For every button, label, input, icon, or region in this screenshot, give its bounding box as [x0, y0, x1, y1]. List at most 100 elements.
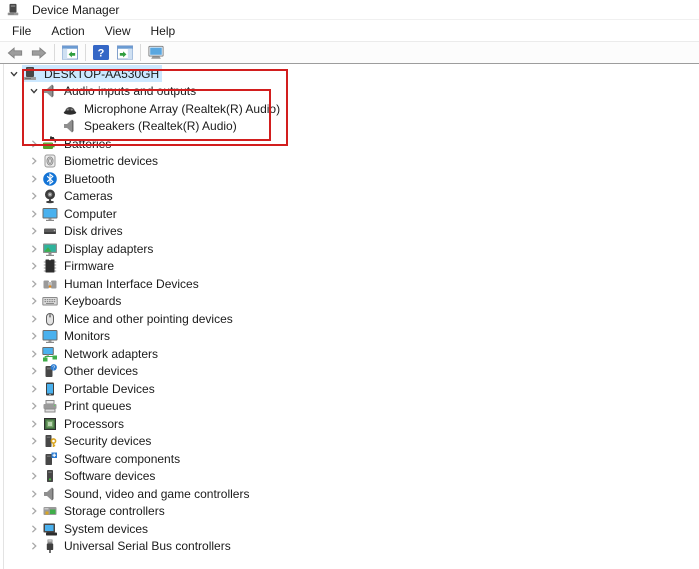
chevron-right-icon[interactable]: [26, 486, 42, 502]
tree-item-label: Human Interface Devices: [63, 277, 199, 291]
chevron-right-icon[interactable]: [26, 223, 42, 239]
tree-item-processors[interactable]: Processors: [0, 415, 699, 433]
tree-item-software-components[interactable]: Software components: [0, 450, 699, 468]
tree-item-batteries[interactable]: Batteries: [0, 135, 699, 153]
chevron-right-icon[interactable]: [26, 416, 42, 432]
chevron-right-icon[interactable]: [26, 153, 42, 169]
tree-item-computer[interactable]: Computer: [0, 205, 699, 223]
tree-item-label: Computer: [63, 207, 117, 221]
tree-item-audio-inputs-and-outputs[interactable]: Audio inputs and outputs: [0, 83, 699, 101]
chevron-right-icon[interactable]: [26, 328, 42, 344]
tree-item-biometric-devices[interactable]: Biometric devices: [0, 153, 699, 171]
tree-item-label: Keyboards: [63, 294, 121, 308]
fingerprint-icon: [42, 153, 58, 169]
tree-item-bluetooth[interactable]: Bluetooth: [0, 170, 699, 188]
tree-item-keyboards[interactable]: Keyboards: [0, 293, 699, 311]
tree-item-body: Mice and other pointing devices: [42, 310, 236, 327]
monitor-icon: [42, 328, 58, 344]
chevron-right-icon[interactable]: [26, 171, 42, 187]
tree-item-label: Speakers (Realtek(R) Audio): [83, 119, 237, 133]
chevron-right-icon[interactable]: [26, 451, 42, 467]
tree-item-label: Sound, video and game controllers: [63, 487, 249, 501]
chevron-right-icon[interactable]: [26, 188, 42, 204]
tree-item-monitors[interactable]: Monitors: [0, 328, 699, 346]
tree-item-print-queues[interactable]: Print queues: [0, 398, 699, 416]
chevron-right-icon[interactable]: [26, 538, 42, 554]
tree-item-network-adapters[interactable]: Network adapters: [0, 345, 699, 363]
storage-controller-icon: [42, 503, 58, 519]
tree-item-security-devices[interactable]: Security devices: [0, 433, 699, 451]
chevron-right-icon[interactable]: [26, 346, 42, 362]
tree-item-label: Firmware: [63, 259, 114, 273]
chevron-right-icon[interactable]: [26, 468, 42, 484]
disk-icon: [42, 223, 58, 239]
tree-item-display-adapters[interactable]: Display adapters: [0, 240, 699, 258]
menu-item-help[interactable]: Help: [141, 21, 186, 41]
forward-button[interactable]: [27, 43, 51, 62]
chevron-down-icon[interactable]: [26, 83, 42, 99]
menu-item-file[interactable]: File: [2, 21, 41, 41]
chevron-right-icon[interactable]: [26, 258, 42, 274]
help-button[interactable]: ?: [89, 43, 113, 62]
tree-item-label: Processors: [63, 417, 124, 431]
tree-item-storage-controllers[interactable]: Storage controllers: [0, 503, 699, 521]
tree-item-mice-and-other-pointing-devices[interactable]: Mice and other pointing devices: [0, 310, 699, 328]
printer-icon: [42, 398, 58, 414]
tree-item-label: Universal Serial Bus controllers: [63, 539, 231, 553]
tree-item-body: Human Interface Devices: [42, 275, 202, 292]
tree-item-label: Disk drives: [63, 224, 123, 238]
tree-item-human-interface-devices[interactable]: Human Interface Devices: [0, 275, 699, 293]
show-action-pane-button[interactable]: [113, 43, 137, 62]
show-console-tree-button[interactable]: [58, 43, 82, 62]
tree-item-software-devices[interactable]: Software devices: [0, 468, 699, 486]
chevron-right-icon[interactable]: [26, 398, 42, 414]
tree-item-body: Disk drives: [42, 223, 126, 240]
tree-item-system-devices[interactable]: System devices: [0, 520, 699, 538]
toolbar-separator: [85, 44, 86, 61]
software-component-icon: [42, 451, 58, 467]
processor-icon: [42, 416, 58, 432]
menu-item-view[interactable]: View: [95, 21, 141, 41]
chevron-right-icon[interactable]: [26, 311, 42, 327]
tree-item-sound-video-and-game-controllers[interactable]: Sound, video and game controllers: [0, 485, 699, 503]
tree-item-microphone-array-realtek-r-audio[interactable]: Microphone Array (Realtek(R) Audio): [0, 100, 699, 118]
chevron-right-icon[interactable]: [26, 241, 42, 257]
tree-item-firmware[interactable]: Firmware: [0, 258, 699, 276]
tree-item-cameras[interactable]: Cameras: [0, 188, 699, 206]
tree-item-body: Batteries: [42, 135, 114, 152]
svg-text:?: ?: [98, 48, 105, 60]
chevron-right-icon[interactable]: [26, 521, 42, 537]
chevron-right-icon[interactable]: [26, 206, 42, 222]
chevron-down-icon[interactable]: [6, 66, 22, 82]
chevron-right-icon[interactable]: [26, 293, 42, 309]
tree-item-body: Portable Devices: [42, 380, 158, 397]
chevron-right-icon[interactable]: [26, 503, 42, 519]
tree-item-other-devices[interactable]: ?Other devices: [0, 363, 699, 381]
tree-item-body: Processors: [42, 415, 127, 432]
tree-item-speakers-realtek-r-audio[interactable]: Speakers (Realtek(R) Audio): [0, 118, 699, 136]
network-adapter-icon: [42, 346, 58, 362]
menu-item-action[interactable]: Action: [41, 21, 94, 41]
computer-button[interactable]: [144, 43, 168, 62]
speaker-icon: [42, 83, 58, 99]
svg-text:?: ?: [52, 366, 55, 372]
chevron-right-icon[interactable]: [26, 433, 42, 449]
speaker-icon: [62, 118, 78, 134]
tree-item-label: Batteries: [63, 137, 111, 151]
chevron-right-icon[interactable]: [26, 276, 42, 292]
tree-item-disk-drives[interactable]: Disk drives: [0, 223, 699, 241]
tree-item-label: Bluetooth: [63, 172, 115, 186]
back-button[interactable]: [3, 43, 27, 62]
keyboard-icon: [42, 293, 58, 309]
tree-item-portable-devices[interactable]: Portable Devices: [0, 380, 699, 398]
battery-icon: [42, 136, 58, 152]
chevron-right-icon[interactable]: [26, 363, 42, 379]
content-area: DESKTOP-AA530GHAudio inputs and outputsM…: [0, 64, 699, 569]
toolbar-separator: [140, 44, 141, 61]
chevron-right-icon[interactable]: [26, 381, 42, 397]
chevron-right-icon[interactable]: [26, 136, 42, 152]
hid-icon: [42, 276, 58, 292]
tree-item-universal-serial-bus-controllers[interactable]: Universal Serial Bus controllers: [0, 538, 699, 556]
tree-item-desktop-aa530gh[interactable]: DESKTOP-AA530GH: [0, 65, 699, 83]
tree-item-body: Universal Serial Bus controllers: [42, 538, 234, 555]
